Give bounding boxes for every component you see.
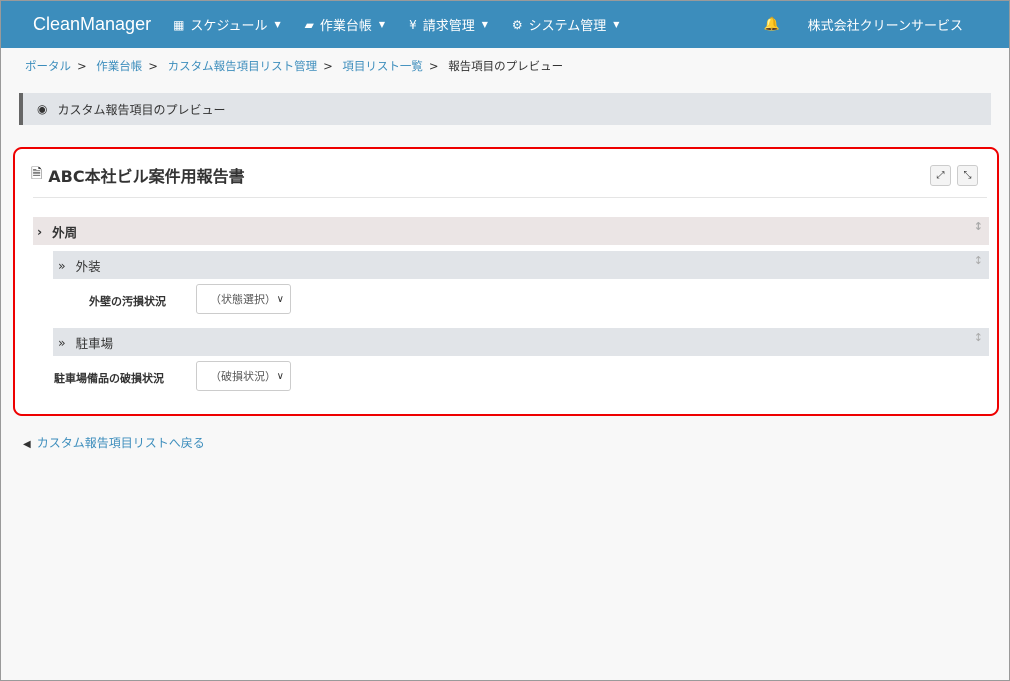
breadcrumb: ポータル > 作業台帳 > カスタム報告項目リスト管理 > 項目リスト一覧 > 報告項目…	[1, 48, 1009, 93]
menu-label: 作業台帳	[319, 19, 372, 34]
field-label: 駐車場備品の破損状況	[54, 372, 164, 385]
field-label: 外壁の汚損状況	[89, 295, 166, 308]
menu-label: スケジュール	[190, 19, 268, 34]
damage-select[interactable]: （破損状況） ∨	[196, 361, 291, 391]
breadcrumb-custom-list[interactable]: カスタム報告項目リスト管理	[168, 59, 318, 73]
book-icon: ▰	[304, 17, 314, 32]
subsection-label: 駐車場	[75, 335, 114, 351]
menu-billing[interactable]: ¥ 請求管理 ▼	[409, 15, 488, 35]
calendar-icon: ▦	[173, 17, 185, 32]
navbar: CleanManager ▦ スケジュール ▼ ▰ 作業台帳 ▼ ¥ 請求管理 ▼ ⚙ システ…	[1, 1, 1009, 48]
gears-icon: ⚙	[511, 17, 523, 32]
collapse-all-button[interactable]: ⤡	[957, 165, 978, 186]
resize-handle-icon[interactable]: ↕	[974, 331, 983, 344]
breadcrumb-current: 報告項目のプレビュー	[448, 59, 564, 73]
subsection-label: 外装	[75, 258, 101, 274]
eye-icon: ◉	[37, 102, 48, 116]
back-link[interactable]: ◀ カスタム報告項目リストへ戻る	[23, 434, 205, 451]
breadcrumb-portal[interactable]: ポータル	[25, 59, 71, 73]
chevron-down-icon: ∨	[276, 293, 284, 305]
chevron-down-icon: ∨	[276, 370, 284, 382]
menu-label: 請求管理	[422, 19, 475, 34]
menu-ledger[interactable]: ▰ 作業台帳 ▼	[304, 15, 386, 35]
breadcrumb-sep: >	[148, 59, 158, 73]
menu-label: システム管理	[528, 19, 607, 34]
resize-handle-icon[interactable]: ↕	[974, 220, 983, 233]
caret-down-icon: ▼	[274, 20, 281, 29]
back-link-text: カスタム報告項目リストへ戻る	[36, 436, 205, 450]
menu-schedule[interactable]: ▦ スケジュール ▼	[173, 15, 281, 35]
document-icon: 🗎	[31, 166, 43, 182]
breadcrumb-sep: >	[77, 59, 87, 73]
page-title: カスタム報告項目のプレビュー	[57, 102, 226, 117]
page-header: ◉ カスタム報告項目のプレビュー	[19, 93, 991, 125]
caret-down-icon: ▼	[481, 20, 488, 29]
brand-logo[interactable]: CleanManager	[33, 14, 151, 35]
double-chevron-icon: »	[58, 257, 66, 273]
card-title-text: ABC本社ビル案件用報告書	[48, 167, 245, 186]
subsection-header[interactable]: » 駐車場 ↕	[53, 328, 989, 356]
subsection-header[interactable]: » 外装 ↕	[53, 251, 989, 279]
section-label: 外周	[52, 224, 78, 240]
breadcrumb-sep: >	[428, 59, 439, 73]
resize-handle-icon[interactable]: ↕	[974, 254, 983, 267]
breadcrumb-sep: >	[323, 59, 333, 73]
breadcrumb-item-list[interactable]: 項目リスト一覧	[342, 59, 423, 73]
card-title: 🗎 ABC本社ビル案件用報告書	[31, 163, 245, 187]
caret-left-icon: ◀	[23, 439, 31, 450]
menu-system[interactable]: ⚙ システム管理 ▼	[511, 15, 620, 35]
chevron-right-icon: ›	[37, 223, 43, 239]
company-menu[interactable]: 株式会社クリーンサービス	[808, 15, 963, 34]
yen-icon: ¥	[409, 17, 417, 32]
expand-all-button[interactable]: ⤢	[930, 165, 951, 186]
status-select[interactable]: （状態選択） ∨	[196, 284, 291, 314]
select-value: （状態選択）	[210, 293, 276, 306]
section-header[interactable]: › 外周 ↕	[33, 217, 989, 245]
caret-down-icon: ▼	[613, 20, 620, 29]
caret-down-icon: ▼	[378, 20, 386, 29]
breadcrumb-ledger[interactable]: 作業台帳	[96, 59, 142, 73]
divider	[33, 197, 987, 198]
bell-icon[interactable]: 🔔	[763, 17, 779, 32]
preview-card: 🗎 ABC本社ビル案件用報告書 ⤢ ⤡ › 外周 ↕ » 外装 ↕ 外壁の汚損状況 （状態…	[13, 147, 999, 416]
select-value: （破損状況）	[210, 370, 276, 383]
double-chevron-icon: »	[58, 334, 66, 350]
